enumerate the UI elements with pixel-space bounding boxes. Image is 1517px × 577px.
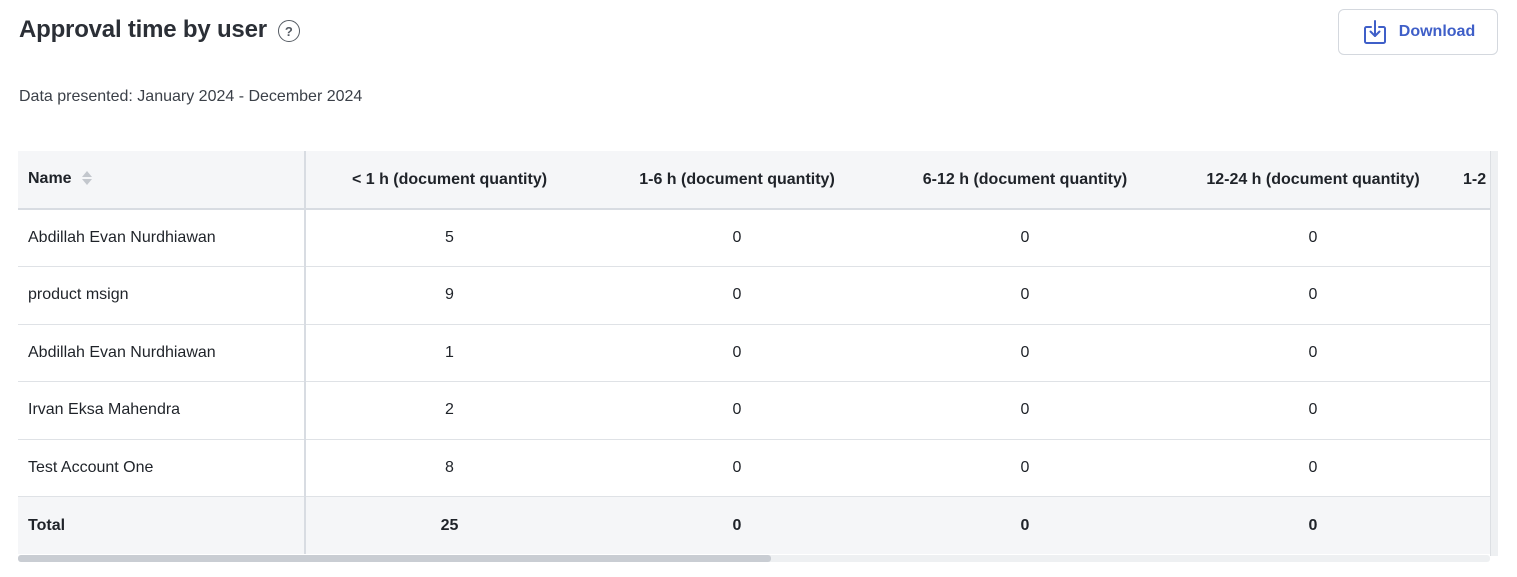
- value-cell: 1: [305, 324, 593, 382]
- user-name-cell: product msign: [18, 266, 306, 325]
- sort-arrows-icon[interactable]: [81, 169, 92, 187]
- horizontal-scrollbar-thumb[interactable]: [18, 555, 771, 562]
- column-header-under-1h: < 1 h (document quantity): [305, 151, 593, 210]
- value-cell: 0: [593, 381, 881, 440]
- value-cell: 2: [305, 381, 593, 440]
- page-title: Approval time by user: [19, 16, 267, 43]
- total-value-cell: 0: [732, 516, 742, 534]
- column-header-label: Name: [28, 170, 72, 188]
- table-row: product msign 9 0 0 0: [18, 266, 1498, 325]
- value-cell: 0: [593, 439, 881, 497]
- user-name-cell: Irvan Eksa Mahendra: [18, 381, 306, 440]
- horizontal-scrollbar[interactable]: [18, 555, 1490, 562]
- value-cell: 0: [881, 381, 1169, 440]
- user-name-cell: Abdillah Evan Nurdhiawan: [18, 209, 306, 267]
- value-cell: 8: [305, 439, 593, 497]
- user-name-cell: Abdillah Evan Nurdhiawan: [18, 324, 306, 382]
- total-label-cell: Total: [18, 496, 306, 554]
- value-cell: 9: [305, 266, 593, 325]
- value-cell: 0: [1169, 381, 1457, 440]
- total-value-cell: 25: [440, 516, 459, 534]
- value-cell: 5: [305, 209, 593, 267]
- value-cell: 0: [593, 209, 881, 267]
- table-row: Irvan Eksa Mahendra 2 0 0 0: [18, 381, 1498, 440]
- column-header-6-12h: 6-12 h (document quantity): [881, 151, 1169, 210]
- value-cell: 0: [881, 324, 1169, 382]
- download-button[interactable]: Download: [1338, 9, 1498, 55]
- column-header-1-6h: 1-6 h (document quantity): [593, 151, 881, 210]
- value-cell: 0: [593, 324, 881, 382]
- date-range-text: Data presented: January 2024 - December …: [19, 88, 363, 105]
- table-row: Abdillah Evan Nurdhiawan 1 0 0 0: [18, 324, 1498, 382]
- approval-table-container[interactable]: Name < 1 h (document quantity) 1-6 h (do…: [18, 151, 1498, 563]
- value-cell: 0: [881, 439, 1169, 497]
- value-cell: 0: [1169, 266, 1457, 325]
- value-cell: 0: [881, 266, 1169, 325]
- total-value-cell: 0: [1020, 516, 1030, 534]
- total-row: Total 25 0 0 0: [18, 496, 1498, 554]
- value-cell: 0: [1169, 209, 1457, 267]
- table-row: Test Account One 8 0 0 0: [18, 439, 1498, 497]
- approval-time-panel: Approval time by user ? Download Data pr…: [0, 0, 1517, 577]
- question-circle-icon[interactable]: ?: [277, 20, 300, 42]
- column-header-12-24h: 12-24 h (document quantity): [1169, 151, 1457, 210]
- total-value-cell: 0: [1308, 516, 1318, 534]
- value-cell: 0: [1169, 324, 1457, 382]
- panel-header: Approval time by user ?: [19, 16, 300, 44]
- table-header-row: Name < 1 h (document quantity) 1-6 h (do…: [18, 151, 1498, 210]
- vertical-scrollbar[interactable]: [1490, 151, 1498, 556]
- value-cell: 0: [881, 209, 1169, 267]
- table-row: Abdillah Evan Nurdhiawan 5 0 0 0: [18, 209, 1498, 267]
- column-header-name[interactable]: Name: [18, 151, 306, 210]
- download-label: Download: [1398, 23, 1476, 40]
- user-name-cell: Test Account One: [18, 439, 306, 497]
- download-tray-icon: [1363, 20, 1386, 44]
- approval-table: Name < 1 h (document quantity) 1-6 h (do…: [18, 151, 1498, 554]
- value-cell: 0: [593, 266, 881, 325]
- value-cell: 0: [1169, 439, 1457, 497]
